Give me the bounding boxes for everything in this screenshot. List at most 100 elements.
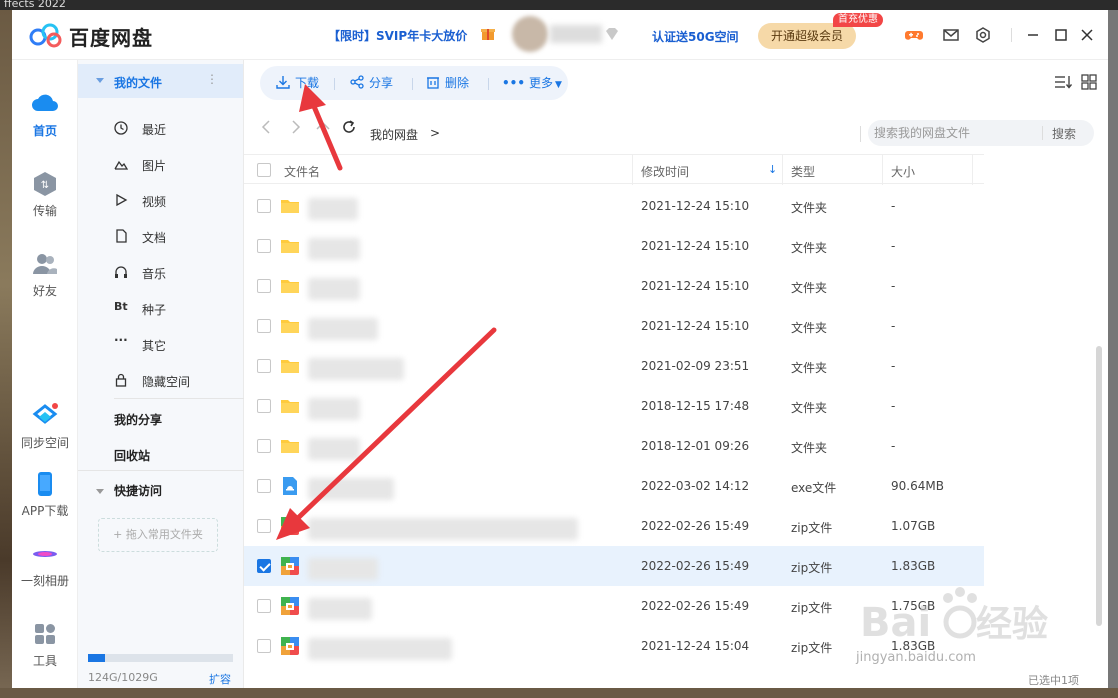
- file-size: 1.07GB: [891, 519, 936, 533]
- table-row[interactable]: 2018-12-15 17:48 文件夹 -: [244, 386, 984, 426]
- forward-arrow-icon[interactable]: [286, 118, 304, 136]
- row-checkbox[interactable]: [257, 639, 271, 653]
- file-name-blurred[interactable]: [308, 478, 394, 500]
- my-files-label: 我的文件: [114, 76, 163, 90]
- nav-sync-space[interactable]: 同步空间: [12, 402, 78, 451]
- file-modified-time: 2021-12-24 15:10: [641, 239, 750, 253]
- table-row[interactable]: 2021-12-24 15:10 文件夹 -: [244, 186, 984, 226]
- file-name-blurred[interactable]: [308, 358, 404, 380]
- game-icon[interactable]: [905, 26, 923, 44]
- vertical-scrollbar[interactable]: [1096, 346, 1102, 626]
- maximize-icon[interactable]: [1052, 26, 1070, 44]
- file-name-blurred[interactable]: [308, 198, 358, 220]
- file-name-blurred[interactable]: [308, 558, 378, 580]
- file-modified-time: 2022-03-02 14:12: [641, 479, 750, 493]
- settings-gear-icon[interactable]: [974, 26, 992, 44]
- file-name-blurred[interactable]: [308, 398, 360, 420]
- column-size[interactable]: 大小: [891, 163, 915, 180]
- share-button[interactable]: 分享: [350, 74, 393, 92]
- minimize-icon[interactable]: [1024, 26, 1042, 44]
- user-name-blurred[interactable]: [550, 25, 602, 43]
- table-row[interactable]: 2022-03-02 14:12 exe文件 90.64MB: [244, 466, 984, 506]
- svip-promo-link[interactable]: 【限时】SVIP年卡大放价: [328, 27, 467, 44]
- my-files-header[interactable]: 我的文件 ⋮: [78, 64, 243, 98]
- breadcrumb-root[interactable]: 我的网盘: [370, 126, 418, 143]
- file-name-blurred[interactable]: [308, 438, 360, 460]
- file-name-blurred[interactable]: [308, 598, 372, 620]
- category-video[interactable]: 视频: [114, 182, 234, 218]
- category-documents[interactable]: 文档: [114, 218, 234, 254]
- sort-desc-arrow-icon[interactable]: ↓: [768, 163, 777, 176]
- quick-access-header[interactable]: 快捷访问: [96, 482, 162, 499]
- column-name[interactable]: 文件名: [284, 163, 320, 180]
- search-input[interactable]: [874, 124, 1040, 142]
- table-row[interactable]: 2022-02-26 15:49 zip文件 1.07GB: [244, 506, 984, 546]
- row-checkbox[interactable]: [257, 519, 271, 533]
- file-table-header: 文件名 修改时间 ↓ 类型 大小: [244, 154, 984, 185]
- row-checkbox[interactable]: [257, 279, 271, 293]
- user-avatar[interactable]: [512, 16, 548, 52]
- back-arrow-icon[interactable]: [258, 118, 276, 136]
- nav-album[interactable]: 一刻相册: [12, 540, 78, 589]
- file-name-blurred[interactable]: [308, 518, 578, 540]
- row-checkbox[interactable]: [257, 559, 271, 573]
- my-share-link[interactable]: 我的分享: [114, 411, 162, 428]
- table-row[interactable]: 2021-12-24 15:10 文件夹 -: [244, 266, 984, 306]
- select-all-checkbox[interactable]: [257, 163, 271, 177]
- row-checkbox[interactable]: [257, 599, 271, 613]
- nav-friends-label: 好友: [32, 284, 57, 298]
- mail-icon[interactable]: [942, 26, 960, 44]
- row-checkbox[interactable]: [257, 399, 271, 413]
- file-name-blurred[interactable]: [308, 238, 360, 260]
- category-torrents[interactable]: Bt 种子: [114, 290, 234, 326]
- file-name-blurred[interactable]: [308, 318, 378, 340]
- refresh-icon[interactable]: [340, 118, 358, 136]
- delete-button[interactable]: 删除: [426, 74, 469, 92]
- nav-friends[interactable]: 好友: [12, 250, 78, 299]
- category-other[interactable]: ··· 其它: [114, 326, 234, 362]
- svg-text:Bai: Bai: [860, 600, 931, 646]
- baidu-netdisk-logo-icon: [29, 23, 62, 48]
- zip-file-icon: [280, 596, 300, 616]
- breadcrumb-separator[interactable]: >: [430, 126, 440, 140]
- table-row[interactable]: 2021-12-24 15:10 文件夹 -: [244, 306, 984, 346]
- file-size: -: [891, 439, 896, 453]
- download-button[interactable]: 下载: [276, 74, 319, 92]
- nav-transfer[interactable]: ⇅ 传输: [12, 170, 78, 219]
- more-options-icon[interactable]: ⋮: [206, 72, 218, 86]
- expand-storage-link[interactable]: 扩容: [209, 671, 231, 687]
- nav-tools[interactable]: 工具: [12, 620, 78, 669]
- gift-icon[interactable]: [480, 25, 496, 41]
- recycle-bin-link[interactable]: 回收站: [114, 447, 150, 464]
- file-size: -: [891, 359, 896, 373]
- category-recent[interactable]: 最近: [114, 110, 234, 146]
- row-checkbox[interactable]: [257, 319, 271, 333]
- grid-view-icon[interactable]: [1080, 74, 1098, 90]
- column-type[interactable]: 类型: [791, 163, 815, 180]
- bt-icon: Bt: [114, 300, 128, 313]
- file-name-blurred[interactable]: [308, 278, 360, 300]
- category-images[interactable]: 图片: [114, 146, 234, 182]
- category-hidden-space[interactable]: 隐藏空间: [114, 362, 234, 398]
- row-checkbox[interactable]: [257, 479, 271, 493]
- file-name-blurred[interactable]: [308, 638, 452, 660]
- table-row[interactable]: 2021-12-24 15:10 文件夹 -: [244, 226, 984, 266]
- up-arrow-icon[interactable]: [314, 118, 332, 136]
- close-icon[interactable]: [1078, 26, 1096, 44]
- search-button[interactable]: 搜索: [1052, 125, 1076, 142]
- category-music[interactable]: 音乐: [114, 254, 234, 290]
- row-checkbox[interactable]: [257, 359, 271, 373]
- table-row[interactable]: 2018-12-01 09:26 文件夹 -: [244, 426, 984, 466]
- nav-app-download[interactable]: APP下载: [12, 470, 78, 519]
- sort-list-icon[interactable]: [1054, 74, 1072, 90]
- row-checkbox[interactable]: [257, 439, 271, 453]
- table-row[interactable]: 2021-02-09 23:51 文件夹 -: [244, 346, 984, 386]
- certify-bonus-link[interactable]: 认证送50G空间: [652, 28, 739, 45]
- delete-label: 删除: [445, 76, 470, 90]
- column-modified[interactable]: 修改时间: [641, 163, 689, 180]
- row-checkbox[interactable]: [257, 199, 271, 213]
- drop-folder-zone[interactable]: + 拖入常用文件夹: [98, 518, 218, 552]
- nav-home[interactable]: 首页: [12, 90, 78, 139]
- more-menu-button[interactable]: ••• 更多 ▼: [502, 74, 562, 92]
- row-checkbox[interactable]: [257, 239, 271, 253]
